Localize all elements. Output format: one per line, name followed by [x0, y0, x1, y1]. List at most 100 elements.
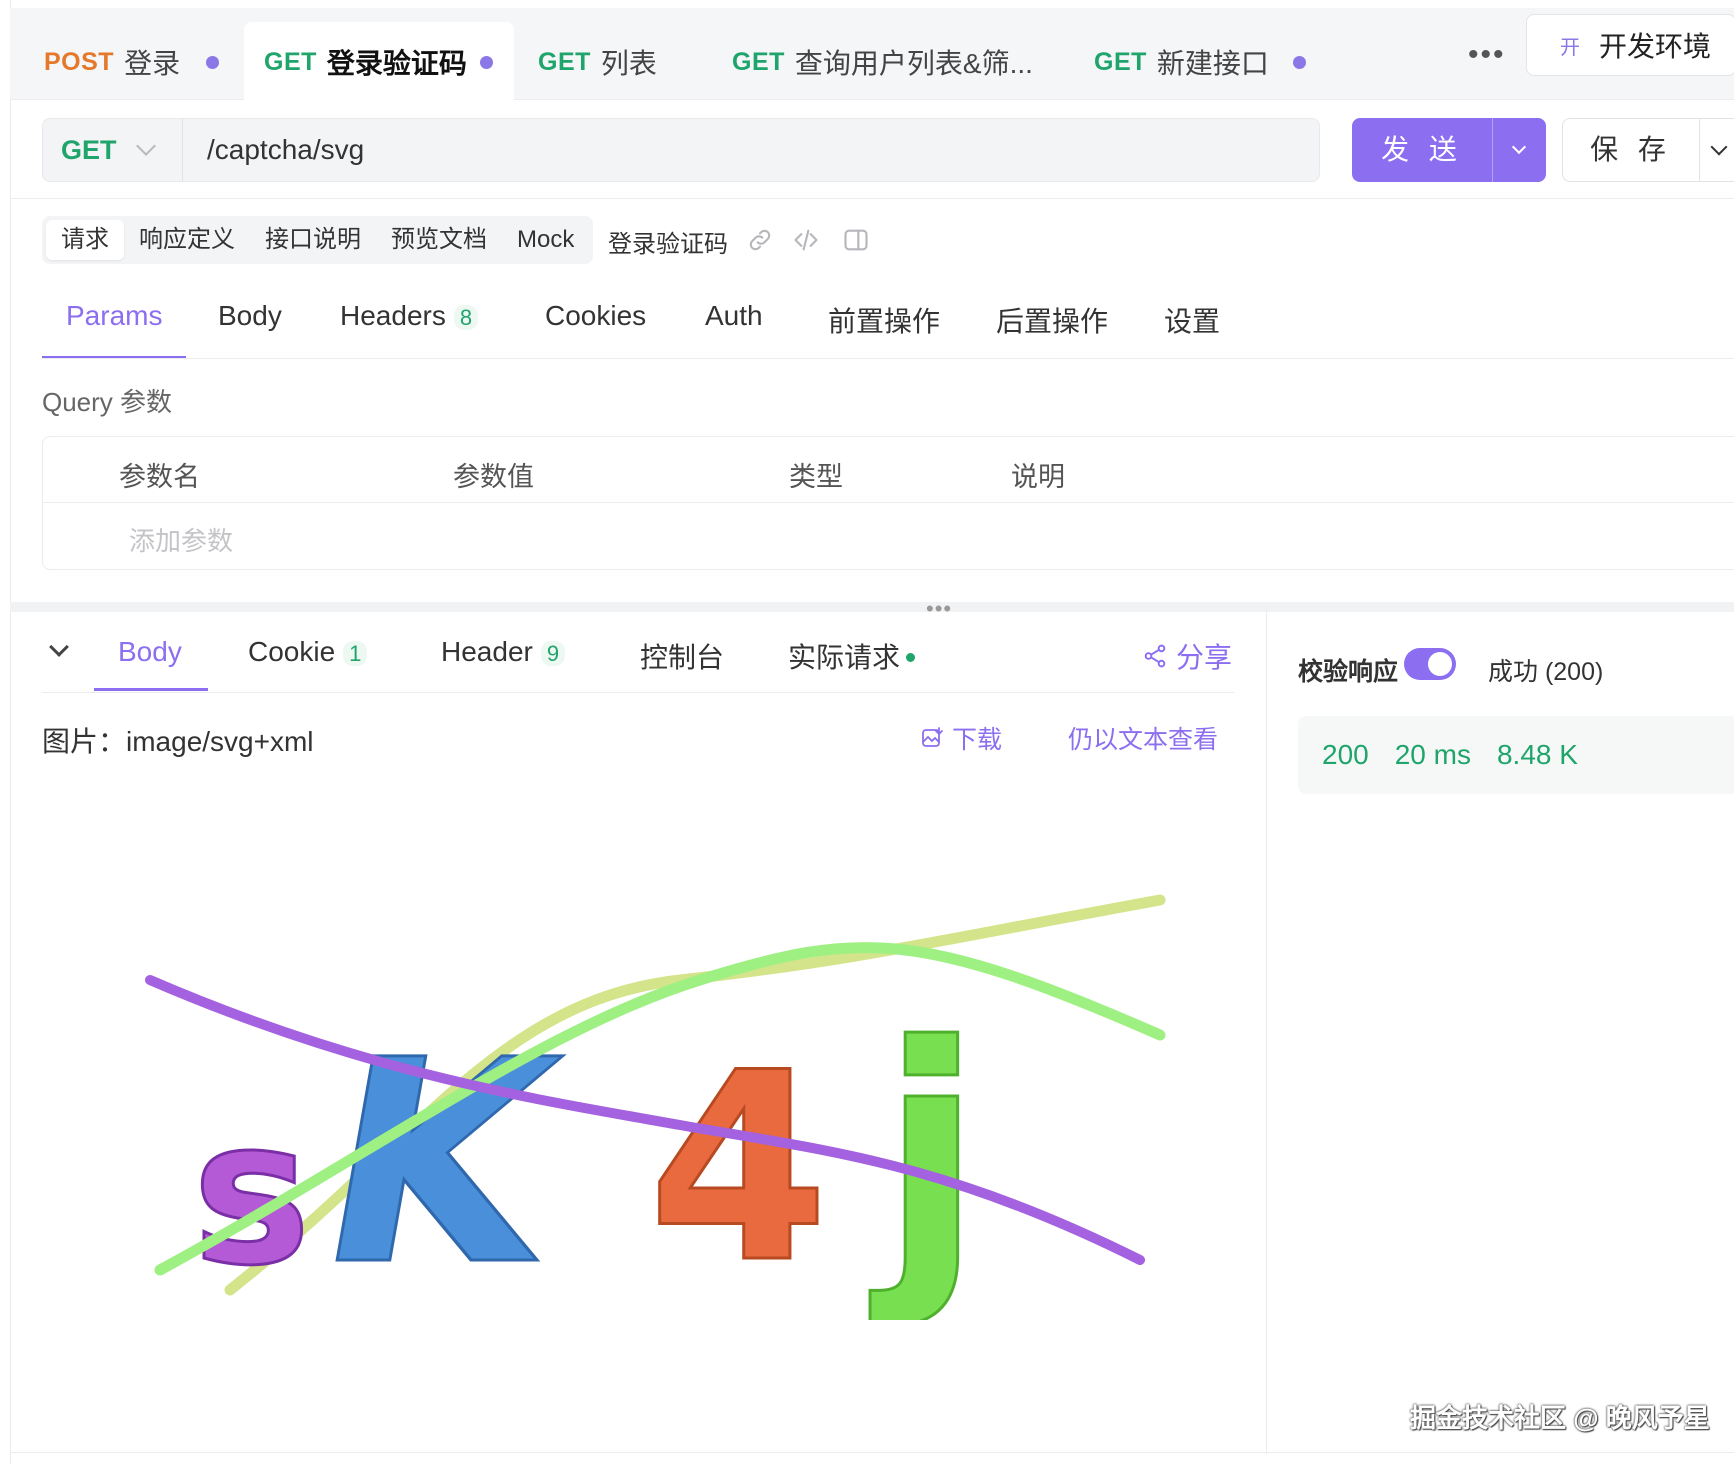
more-tabs-icon[interactable]: •••	[1468, 38, 1506, 72]
tab-pre-ops[interactable]: 前置操作	[828, 300, 940, 340]
save-button[interactable]: 保 存	[1563, 119, 1699, 181]
status-dot-icon	[906, 653, 916, 663]
captcha-char: j	[866, 982, 983, 1320]
tab-get-captcha[interactable]: GET 登录验证码	[244, 22, 514, 102]
validate-label: 校验响应	[1298, 658, 1399, 686]
save-separator	[1699, 119, 1700, 181]
tab-label: 实际请求	[788, 642, 901, 673]
send-dropdown-button[interactable]	[1492, 118, 1546, 182]
tab-method: GET	[732, 47, 785, 76]
tab-label: Params	[66, 300, 163, 331]
download-label: 下载	[952, 726, 1003, 754]
tab-label: 列表	[600, 48, 657, 79]
tab-get-query-users[interactable]: GET 查询用户列表&筛...	[716, 22, 1076, 102]
tab-method: GET	[538, 47, 591, 76]
tab-label: 前置操作	[828, 306, 941, 337]
divider	[10, 198, 1734, 199]
tab-response-body[interactable]: Body	[118, 636, 182, 668]
response-time: 20 ms	[1394, 739, 1471, 770]
count-badge: 9	[540, 641, 566, 666]
method-value: GET	[61, 134, 117, 165]
link-icon[interactable]	[746, 226, 774, 254]
tab-cookies[interactable]: Cookies	[545, 300, 646, 332]
column-header: 类型	[789, 462, 843, 492]
tab-method: GET	[1094, 47, 1147, 76]
environment-icon: 开	[1560, 36, 1580, 59]
tab-label: Auth	[705, 300, 763, 331]
url-bar: GET /captcha/svg	[42, 118, 1320, 182]
count-badge: 8	[453, 305, 479, 330]
tab-body[interactable]: Body	[218, 300, 282, 332]
doc-tab-mock[interactable]: Mock	[502, 220, 589, 260]
response-metrics: 200 20 ms 8.48 K	[1298, 716, 1734, 794]
column-header: 参数名	[119, 462, 200, 492]
tab-settings[interactable]: 设置	[1164, 300, 1220, 340]
tab-auth[interactable]: Auth	[705, 300, 763, 332]
tab-console[interactable]: 控制台	[640, 636, 724, 676]
chevron-down-icon	[1511, 139, 1527, 155]
tab-label: Cookie	[248, 636, 336, 667]
doc-tab-api-desc[interactable]: 接口说明	[250, 220, 376, 260]
divider	[10, 1452, 1734, 1453]
environment-selector[interactable]: 开 开发环境	[1526, 14, 1734, 76]
image-download-icon	[922, 727, 943, 747]
tab-response-cookie[interactable]: Cookie 1	[248, 636, 368, 668]
captcha-char: 4	[648, 1018, 829, 1320]
column-header: 参数值	[453, 462, 534, 492]
status-code: 200	[1322, 739, 1369, 770]
tab-method: POST	[44, 47, 115, 76]
toggle-knob	[1428, 652, 1452, 676]
tab-post-ops[interactable]: 后置操作	[996, 300, 1108, 340]
query-params-label: Query 参数	[42, 387, 173, 417]
send-button[interactable]: 发 送	[1352, 118, 1492, 182]
tab-actual-request[interactable]: 实际请求	[788, 636, 916, 676]
tab-get-list[interactable]: GET 列表	[514, 22, 714, 102]
doc-tab-response-def[interactable]: 响应定义	[124, 220, 250, 260]
tab-label: Body	[118, 636, 182, 667]
divider	[42, 358, 1734, 359]
tab-label: 后置操作	[996, 306, 1109, 337]
code-icon[interactable]	[792, 226, 820, 254]
download-button[interactable]: 下载	[920, 720, 1002, 756]
count-badge: 1	[343, 641, 368, 666]
tab-get-new-api[interactable]: GET 新建接口	[1078, 22, 1318, 102]
share-label: 分享	[1176, 642, 1233, 673]
response-size: 8.48 K	[1496, 739, 1578, 770]
validate-toggle[interactable]	[1404, 648, 1456, 680]
doc-tab-request[interactable]: 请求	[46, 220, 124, 260]
api-name[interactable]: 登录验证码	[608, 224, 728, 259]
drag-handle-icon[interactable]: •••	[926, 596, 952, 622]
chevron-down-icon[interactable]	[49, 637, 69, 657]
tab-params[interactable]: Params	[66, 300, 162, 332]
split-panel-icon[interactable]	[842, 226, 870, 254]
tab-label: 设置	[1164, 306, 1221, 337]
active-tab-indicator	[94, 688, 208, 691]
tab-post-login[interactable]: POST 登录	[10, 22, 240, 102]
tab-response-header[interactable]: Header 9	[441, 636, 566, 668]
unsaved-dot-icon	[1293, 56, 1306, 69]
share-button[interactable]: 分享	[1142, 636, 1232, 676]
add-param-input[interactable]: 添加参数	[129, 521, 233, 558]
doc-tabs: 请求 响应定义 接口说明 预览文档 Mock	[42, 216, 594, 264]
share-icon	[1144, 644, 1166, 668]
panel-resizer[interactable]	[10, 602, 1734, 612]
tab-label: 登录	[124, 48, 181, 79]
tab-headers[interactable]: Headers 8	[340, 300, 479, 332]
chevron-down-icon[interactable]	[1710, 138, 1728, 156]
tab-label: 新建接口	[1156, 48, 1269, 79]
url-input[interactable]: /captcha/svg	[207, 119, 364, 181]
divider	[42, 692, 1234, 693]
captcha-image: s K 4 j	[145, 894, 1166, 1320]
content-type-label: 图片：image/svg+xml	[42, 726, 314, 757]
tab-label: Body	[218, 300, 282, 331]
status-text: 成功 (200)	[1488, 658, 1604, 686]
view-as-text-link[interactable]: 仍以文本查看	[1068, 720, 1218, 756]
tab-label: 登录验证码	[326, 48, 467, 79]
tab-bar: POST 登录 GET 登录验证码 GET 列表 GET 查询用户列表&筛...…	[10, 8, 1734, 102]
send-button-group: 发 送	[1352, 118, 1546, 182]
method-select[interactable]: GET	[43, 119, 183, 181]
save-button-group: 保 存	[1562, 118, 1734, 182]
doc-tab-preview[interactable]: 预览文档	[376, 220, 502, 260]
tab-label: 控制台	[640, 642, 725, 673]
tab-label: Header	[441, 636, 533, 667]
